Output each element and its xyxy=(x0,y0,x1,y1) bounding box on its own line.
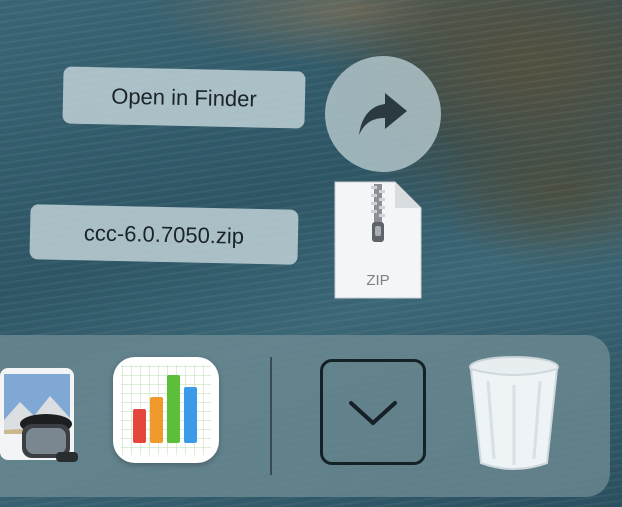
trash-icon xyxy=(469,356,559,470)
dock xyxy=(0,335,610,497)
dock-item-downloads[interactable] xyxy=(320,359,426,465)
dock-item-trash[interactable] xyxy=(466,355,562,473)
share-arrow-icon xyxy=(359,93,407,135)
zip-type-label: ZIP xyxy=(366,272,390,289)
dock-item-preview[interactable] xyxy=(0,360,82,470)
numbers-app-icon xyxy=(121,365,211,455)
dock-separator xyxy=(270,357,272,475)
preview-app-icon xyxy=(0,368,78,462)
chevron-down-icon xyxy=(349,401,397,425)
open-in-finder-text: Open in Finder xyxy=(110,82,258,112)
open-in-finder-button[interactable] xyxy=(325,56,441,172)
dock-item-numbers[interactable] xyxy=(113,357,219,463)
file-name-label: ccc-6.0.7050.zip xyxy=(29,204,299,265)
zip-file-icon[interactable]: ZIP xyxy=(333,180,423,300)
open-in-finder-label: Open in Finder xyxy=(62,66,306,129)
file-name-text: ccc-6.0.7050.zip xyxy=(83,219,245,249)
